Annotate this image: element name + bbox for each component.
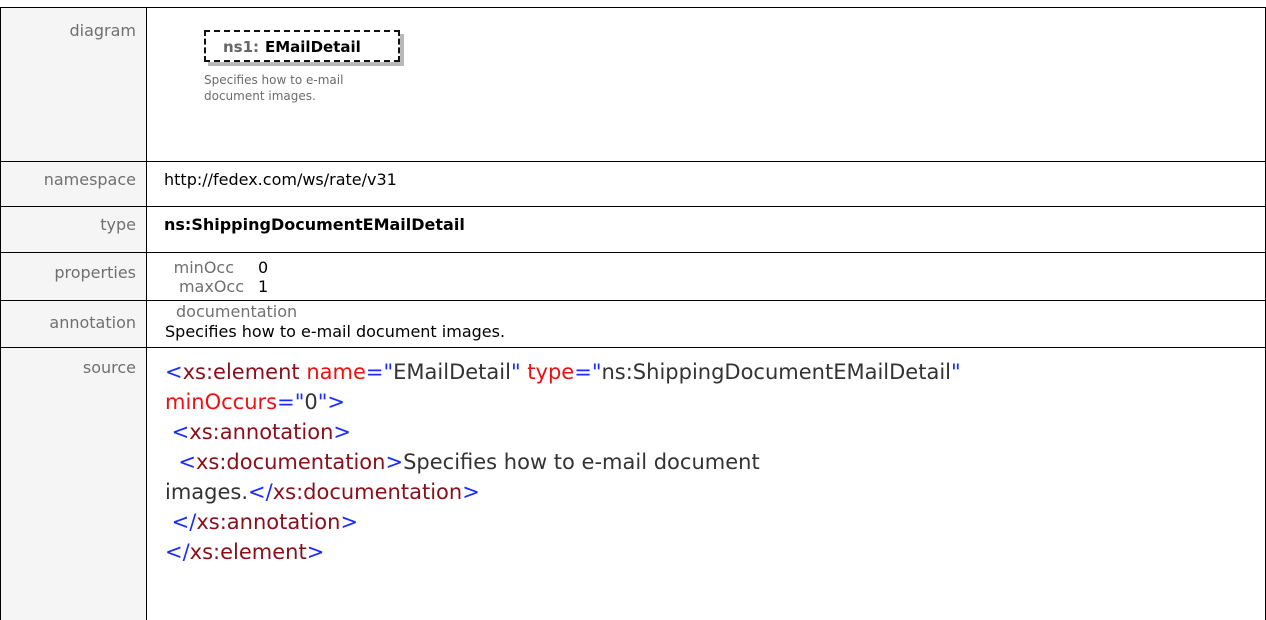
- property-row: maxOcc 1: [164, 277, 1265, 296]
- row-type: type ns:ShippingDocumentEMailDetail: [0, 206, 1266, 253]
- source-token: <: [165, 360, 183, 384]
- element-prefix: ns1:: [223, 38, 260, 56]
- source-token: ns:ShippingDocumentEMailDetail: [601, 360, 951, 384]
- source-token: EMailDetail: [393, 360, 511, 384]
- source-token: </: [165, 510, 197, 534]
- property-value: 1: [258, 277, 269, 296]
- label-annotation: annotation: [0, 300, 147, 348]
- source-token: ": [951, 360, 961, 384]
- source-line: <xs:element name="EMailDetail" type="ns:…: [165, 357, 1265, 387]
- source-token: xs:element: [189, 540, 307, 564]
- source-token: =": [365, 360, 394, 384]
- row-properties: properties minOcc 0 maxOcc 1: [0, 252, 1266, 301]
- source-token: </: [165, 540, 190, 564]
- element-properties-table: diagram ns1: EMailDetail Specifies how t…: [0, 7, 1266, 620]
- row-source: source <xs:element name="EMailDetail" ty…: [0, 347, 1266, 620]
- properties-grid: minOcc 0 maxOcc 1: [164, 253, 1265, 296]
- source-line: images.</xs:documentation>: [165, 477, 1265, 507]
- source-token: images.: [165, 480, 249, 504]
- source-token: >: [462, 480, 480, 504]
- source-token: <: [165, 450, 196, 474]
- type-value-link[interactable]: ns:ShippingDocumentEMailDetail: [146, 206, 1266, 253]
- source-token: >: [385, 450, 404, 474]
- schema-doc-page: diagram ns1: EMailDetail Specifies how t…: [0, 0, 1266, 620]
- source-token: ": [510, 360, 521, 384]
- source-line: </xs:annotation>: [165, 507, 1265, 537]
- element-box[interactable]: ns1: EMailDetail: [204, 30, 400, 62]
- property-key: minOcc: [173, 258, 234, 277]
- source-token: xs:annotation: [196, 510, 341, 534]
- property-value: 0: [258, 258, 269, 277]
- source-cell: <xs:element name="EMailDetail" type="ns:…: [146, 347, 1266, 620]
- annotation-key: documentation: [176, 302, 298, 321]
- label-namespace: namespace: [0, 161, 147, 207]
- source-token: name: [299, 360, 366, 384]
- label-properties: properties: [0, 252, 147, 301]
- source-code: <xs:element name="EMailDetail" type="ns:…: [165, 348, 1265, 567]
- element-name: EMailDetail: [265, 38, 361, 56]
- source-token: xs:documentation: [195, 450, 386, 474]
- row-namespace: namespace http://fedex.com/ws/rate/v31: [0, 161, 1266, 207]
- source-token: >: [340, 510, 359, 534]
- label-diagram: diagram: [0, 7, 147, 162]
- source-token: >: [333, 420, 351, 444]
- property-key: maxOcc: [178, 277, 244, 296]
- source-token: type: [520, 360, 575, 384]
- source-line: <xs:annotation>: [165, 417, 1265, 447]
- row-diagram: diagram ns1: EMailDetail Specifies how t…: [0, 7, 1266, 162]
- source-token: =": [277, 390, 305, 414]
- source-line: <xs:documentation>Specifies how to e-mai…: [165, 447, 1265, 477]
- source-token: =": [574, 360, 602, 384]
- diagram-cell: ns1: EMailDetail Specifies how to e-mail…: [146, 7, 1266, 162]
- property-row: minOcc 0: [164, 258, 1265, 277]
- element-diagram: ns1: EMailDetail Specifies how to e-mail…: [164, 8, 1265, 158]
- label-type: type: [0, 206, 147, 253]
- source-token: xs:element: [182, 360, 300, 384]
- label-source: source: [0, 347, 147, 620]
- source-line: minOccurs="0">: [165, 387, 1265, 417]
- source-token: xs:documentation: [272, 480, 463, 504]
- source-token: >: [306, 540, 325, 564]
- source-token: xs:annotation: [189, 420, 334, 444]
- annotation-cell: documentation Specifies how to e-mail do…: [146, 300, 1266, 348]
- source-token: ">: [317, 390, 346, 414]
- namespace-value: http://fedex.com/ws/rate/v31: [146, 161, 1266, 207]
- source-token: Specifies how to e-mail document: [403, 450, 760, 474]
- properties-cell: minOcc 0 maxOcc 1: [146, 252, 1266, 301]
- row-annotation: annotation documentation Specifies how t…: [0, 300, 1266, 348]
- element-doc-text: Specifies how to e-mail document images.: [204, 73, 344, 103]
- source-line: </xs:element>: [165, 537, 1265, 567]
- source-token: 0: [304, 390, 318, 414]
- annotation-value: Specifies how to e-mail document images.: [165, 322, 506, 341]
- source-token: <: [165, 420, 190, 444]
- source-token: minOccurs: [165, 390, 278, 414]
- source-token: </: [248, 480, 273, 504]
